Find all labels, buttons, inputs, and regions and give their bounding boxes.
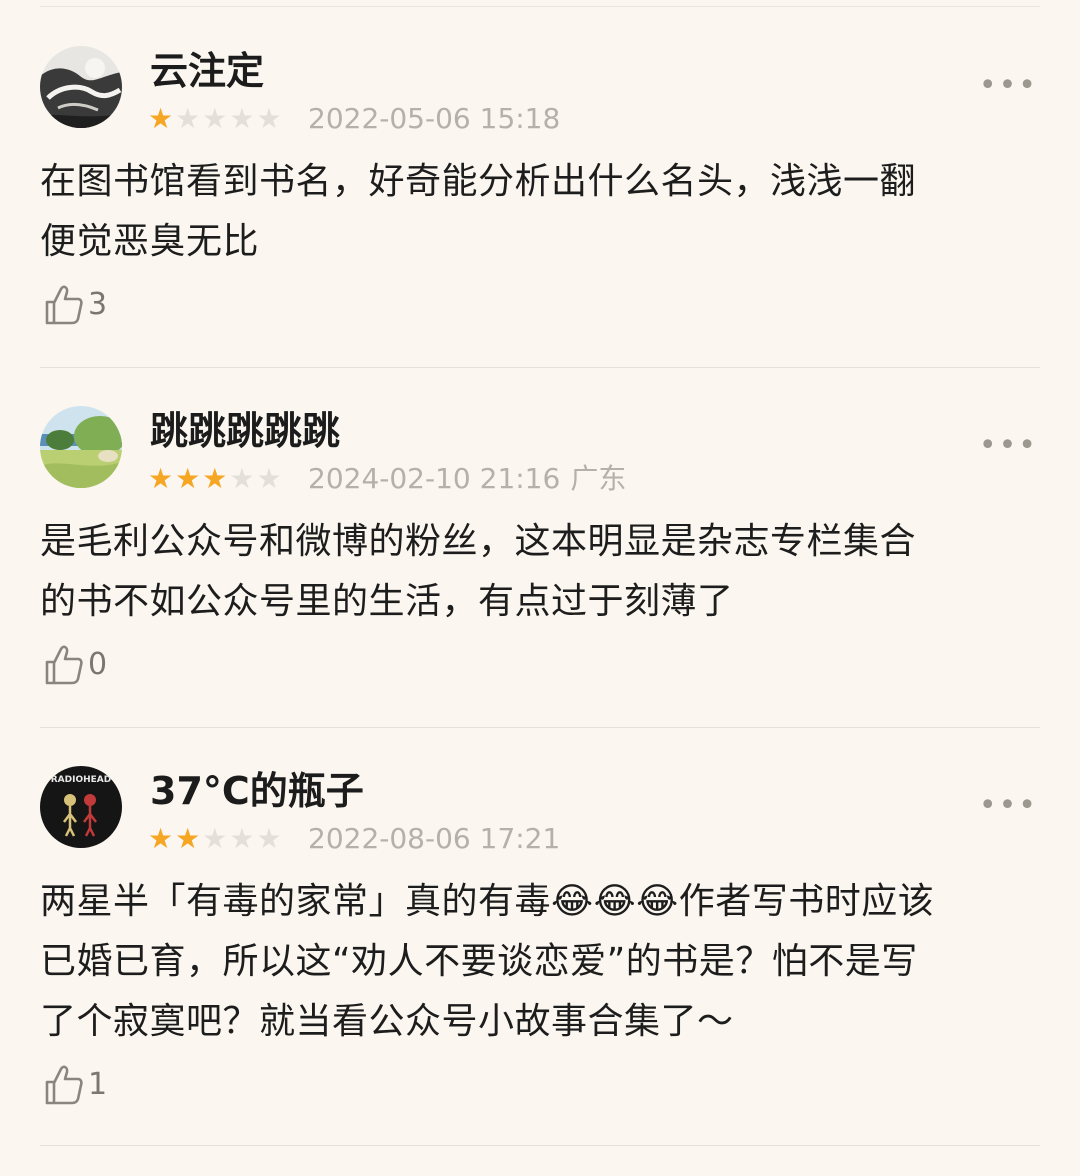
star-icon: ★ bbox=[148, 102, 174, 135]
avatar[interactable] bbox=[40, 46, 122, 128]
star-icon: ★ bbox=[175, 102, 201, 135]
avatar-text: RADIOHEAD bbox=[51, 775, 111, 785]
review-region: 广东 bbox=[570, 462, 627, 495]
review-meta: 2024-02-10 21:16 广东 bbox=[308, 460, 626, 498]
star-icon: ★ bbox=[229, 822, 255, 855]
more-dots-icon[interactable]: ••• bbox=[979, 71, 1038, 101]
review-text: 在图书馆看到书名，好奇能分析出什么名头，浅浅一翻 便觉恶臭无比 bbox=[40, 161, 917, 262]
star-rating: ★ ★ ★ ★ ★ bbox=[148, 464, 282, 494]
star-icon: ★ bbox=[256, 102, 282, 135]
ink-painting-avatar-icon bbox=[40, 46, 122, 128]
review-meta: 2022-05-06 15:18 bbox=[308, 100, 560, 138]
star-rating: ★ ★ ★ ★ ★ bbox=[148, 824, 282, 854]
more-dots-icon[interactable]: ••• bbox=[979, 791, 1038, 821]
thumbs-up-icon bbox=[45, 1065, 83, 1105]
radiohead-avatar-icon: RADIOHEAD bbox=[40, 766, 122, 848]
star-icon: ★ bbox=[256, 462, 282, 495]
star-icon: ★ bbox=[148, 822, 174, 855]
review-text: 是毛利公众号和微博的粉丝，这本明显是杂志专栏集合 的书不如公众号里的生活，有点过… bbox=[40, 521, 917, 622]
thumbs-up-icon bbox=[45, 285, 83, 325]
star-icon: ★ bbox=[202, 462, 228, 495]
star-rating: ★ ★ ★ ★ ★ bbox=[148, 104, 282, 134]
review-date: 2024-02-10 21:16 bbox=[308, 462, 561, 495]
review-card: RADIOHEAD 37°C的瓶子 ★ ★ ★ ★ ★ 2022-08-06 1… bbox=[0, 720, 1080, 1146]
review-text: 两星半「有毒的家常」真的有毒😂😂😂作者写书时应该 已婚已育，所以这“劝人不要谈恋… bbox=[40, 881, 935, 1042]
review-card: 云注定 ★ ★ ★ ★ ★ 2022-05-06 15:18 ••• 在图书馆看… bbox=[0, 0, 1080, 368]
star-icon: ★ bbox=[175, 462, 201, 495]
thumbs-up-icon bbox=[45, 645, 83, 685]
star-icon: ★ bbox=[175, 822, 201, 855]
star-icon: ★ bbox=[256, 822, 282, 855]
username[interactable]: 37°C的瓶子 bbox=[150, 766, 364, 816]
star-icon: ★ bbox=[202, 822, 228, 855]
avatar[interactable]: RADIOHEAD bbox=[40, 766, 122, 848]
review-meta: 2022-08-06 17:21 bbox=[308, 820, 560, 858]
review-divider bbox=[40, 1145, 1040, 1146]
star-icon: ★ bbox=[229, 102, 255, 135]
review-date: 2022-05-06 15:18 bbox=[308, 102, 561, 135]
more-dots-icon[interactable]: ••• bbox=[979, 431, 1038, 461]
star-icon: ★ bbox=[148, 462, 174, 495]
review-card: 跳跳跳跳跳 ★ ★ ★ ★ ★ 2024-02-10 21:16 广东 ••• 是… bbox=[0, 360, 1080, 728]
star-icon: ★ bbox=[229, 462, 255, 495]
like-count: 0 bbox=[88, 647, 108, 682]
landscape-avatar-icon bbox=[40, 406, 122, 488]
avatar[interactable] bbox=[40, 406, 122, 488]
like-button[interactable]: 0 bbox=[44, 644, 107, 686]
star-icon: ★ bbox=[202, 102, 228, 135]
username[interactable]: 云注定 bbox=[150, 46, 264, 96]
like-count: 1 bbox=[88, 1067, 108, 1102]
like-button[interactable]: 1 bbox=[44, 1064, 107, 1106]
username[interactable]: 跳跳跳跳跳 bbox=[150, 406, 340, 456]
like-count: 3 bbox=[88, 287, 108, 322]
review-date: 2022-08-06 17:21 bbox=[308, 822, 561, 855]
like-button[interactable]: 3 bbox=[44, 284, 107, 326]
